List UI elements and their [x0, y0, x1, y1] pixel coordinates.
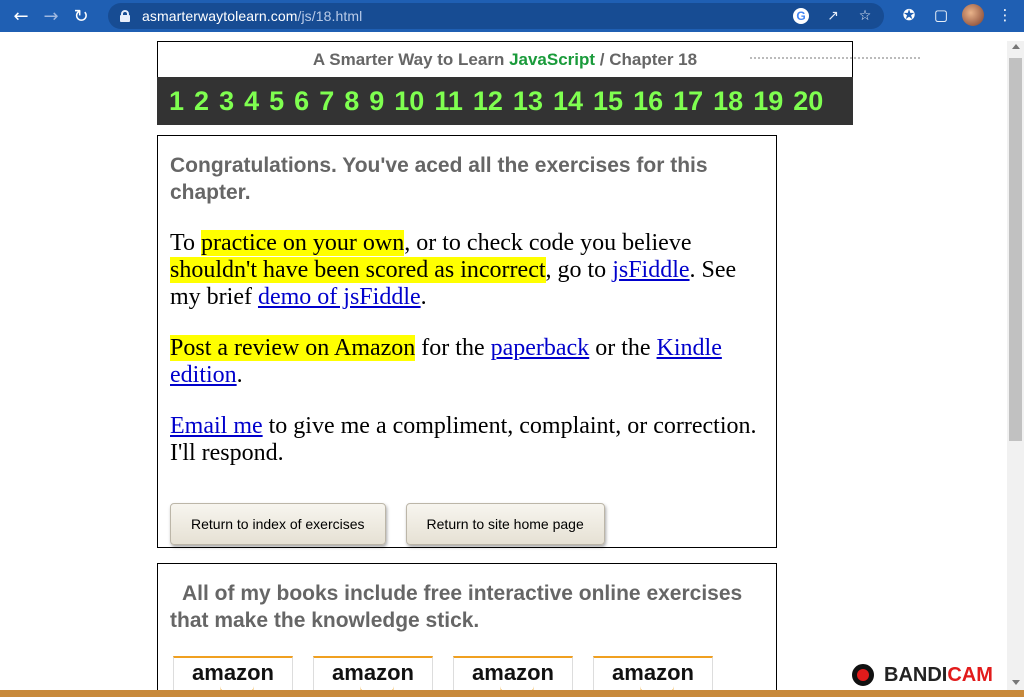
amazon-logo-text: amazon [472, 660, 554, 685]
taskbar-strip [0, 690, 1024, 697]
page-title: A Smarter Way to Learn JavaScript / Chap… [157, 41, 853, 77]
chapter-link-14[interactable]: 14 [553, 86, 583, 117]
chapter-link-19[interactable]: 19 [753, 86, 783, 117]
star-icon[interactable]: ☆ [854, 6, 876, 26]
return-to-index-button[interactable]: Return to index of exercises [170, 503, 386, 545]
scrollbar-thumb[interactable] [1009, 58, 1022, 441]
amazon-logo-text: amazon [332, 660, 414, 685]
share-icon[interactable]: ↗ [822, 6, 844, 26]
amazon-logo-text: amazon [192, 660, 274, 685]
practice-paragraph: To practice on your own, or to check cod… [170, 230, 737, 310]
chapter-link-3[interactable]: 3 [219, 86, 234, 117]
return-to-home-button[interactable]: Return to site home page [405, 503, 605, 545]
chapter-link-17[interactable]: 17 [673, 86, 703, 117]
chapter-nav: 1 2 3 4 5 6 7 8 9 10 11 12 13 14 15 16 17 18 19 20 [157, 77, 853, 125]
extensions-icon[interactable]: ✪ [898, 4, 920, 26]
chapter-link-1[interactable]: 1 [169, 86, 184, 117]
completion-panel: Congratulations. You've aced all the exe… [157, 135, 777, 548]
chapter-link-8[interactable]: 8 [344, 86, 359, 117]
books-promo-text: All of my books include free interactive… [170, 582, 743, 632]
chapter-link-16[interactable]: 16 [633, 86, 663, 117]
chapter-link-18[interactable]: 18 [713, 86, 743, 117]
chapter-link-5[interactable]: 5 [269, 86, 284, 117]
javascript-title-text: JavaScript [509, 50, 596, 69]
kebab-menu-icon[interactable]: ⋮ [994, 4, 1016, 26]
chapter-link-15[interactable]: 15 [593, 86, 623, 117]
jsfiddle-demo-link[interactable]: demo of jsFiddle [258, 284, 421, 310]
chapter-link-6[interactable]: 6 [294, 86, 309, 117]
browser-toolbar: ← → ↻ asmarterwaytolearn.com/js/18.html … [0, 0, 1024, 32]
bandicam-watermark: BANDICAM [850, 660, 993, 690]
address-bar[interactable]: asmarterwaytolearn.com/js/18.html G ↗ ☆ [108, 3, 884, 29]
email-me-link[interactable]: Email me [170, 413, 263, 439]
congrats-heading: Congratulations. You've aced all the exe… [170, 154, 708, 204]
back-arrow-icon[interactable]: ← [6, 1, 36, 31]
chapter-link-13[interactable]: 13 [513, 86, 543, 117]
forward-arrow-icon[interactable]: → [36, 1, 66, 31]
reload-icon[interactable]: ↻ [66, 1, 96, 31]
chapter-link-11[interactable]: 11 [434, 86, 463, 117]
paperback-link[interactable]: paperback [491, 335, 590, 361]
review-paragraph: Post a review on Amazon for the paperbac… [170, 335, 722, 388]
jsfiddle-link[interactable]: jsFiddle [612, 257, 689, 283]
chapter-link-2[interactable]: 2 [194, 86, 209, 117]
scroll-up-arrow-icon[interactable] [1012, 44, 1020, 49]
record-icon [850, 662, 876, 688]
side-panel-icon[interactable]: ▢ [930, 4, 952, 26]
google-lens-icon[interactable]: G [790, 6, 812, 26]
profile-avatar[interactable] [962, 4, 984, 26]
scroll-down-arrow-icon[interactable] [1012, 680, 1020, 685]
email-paragraph: Email me to give me a compliment, compla… [170, 413, 757, 466]
url-text: asmarterwaytolearn.com/js/18.html [142, 8, 363, 24]
dotted-divider [750, 57, 920, 59]
chapter-link-9[interactable]: 9 [369, 86, 384, 117]
chapter-link-7[interactable]: 7 [319, 86, 334, 117]
books-panel: All of my books include free interactive… [157, 563, 777, 697]
chapter-link-12[interactable]: 12 [473, 86, 503, 117]
lock-icon [120, 10, 130, 22]
amazon-logo-text: amazon [612, 660, 694, 685]
chapter-link-10[interactable]: 10 [394, 86, 424, 117]
chapter-link-4[interactable]: 4 [244, 86, 259, 117]
chapter-link-20[interactable]: 20 [793, 86, 823, 117]
